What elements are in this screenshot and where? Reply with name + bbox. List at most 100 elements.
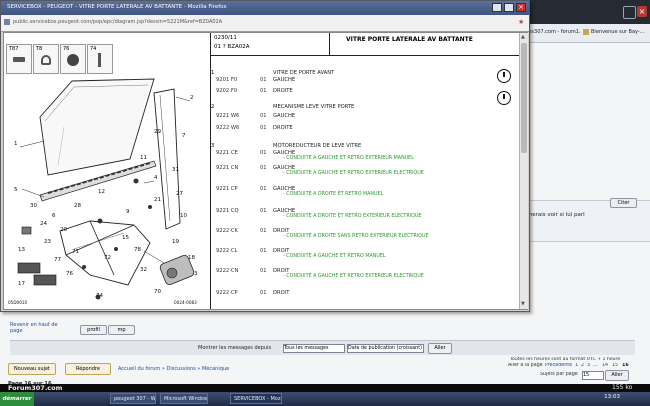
thumb-part[interactable]: T87	[6, 44, 32, 74]
callout-number[interactable]: 72	[104, 255, 111, 261]
callout-number[interactable]: 23	[44, 239, 51, 245]
thumb-part[interactable]: 76	[60, 44, 86, 74]
callout-number[interactable]: 6	[52, 213, 56, 219]
bookmark-ebay[interactable]: Bienvenue sur Bay-...	[591, 29, 649, 35]
page-link[interactable]: 14	[602, 363, 610, 368]
scroll-up-arrow-icon[interactable]: ▲	[521, 34, 525, 40]
callout-number[interactable]: 78	[134, 247, 141, 253]
part-quantity: 01	[260, 186, 267, 192]
thumb-part[interactable]: 74	[87, 44, 113, 74]
part-description: DROITE	[273, 125, 293, 131]
filter-select-period[interactable]: Tous les messages	[283, 344, 345, 353]
per-page-go-button[interactable]: Aller	[605, 370, 629, 381]
callout-number[interactable]: 77	[54, 257, 61, 263]
callout-number[interactable]: 24	[40, 221, 47, 227]
page-link[interactable]: 2	[581, 363, 586, 368]
bookmark-star-icon[interactable]: ★	[518, 18, 524, 26]
callout-number[interactable]: 76	[66, 271, 73, 277]
filter-bar: Montrer les messages depuis Tous les mes…	[10, 340, 635, 355]
part-description: GAUCHE	[273, 113, 296, 119]
callout-number[interactable]: 28	[74, 203, 81, 209]
callout-number[interactable]: 12	[98, 189, 105, 195]
callout-number[interactable]: 7	[182, 133, 186, 139]
per-page-input[interactable]: 15	[582, 371, 604, 380]
profile-button-label: profil	[87, 327, 100, 333]
parts-row[interactable]: 9221 CN 01 GAUCHE - CONDUITE A GAUCHE ET…	[211, 165, 491, 177]
callout-number[interactable]: 4	[154, 175, 158, 181]
callout-number[interactable]: 20	[60, 227, 67, 233]
close-icon[interactable]: ×	[637, 6, 647, 17]
part-quantity: 01	[260, 228, 267, 234]
profile-button[interactable]: profil	[80, 325, 107, 335]
callout-number[interactable]: 21	[154, 197, 161, 203]
bookmark-forum[interactable]: ques307.com - forum1...	[522, 29, 580, 35]
popup-titlebar[interactable]: SERVICEBOX - PEUGEOT - VITRE PORTE LATER…	[1, 1, 529, 15]
callout-number[interactable]: 17	[18, 281, 25, 287]
callout-number[interactable]: 1	[14, 141, 18, 147]
part-quantity: 01	[260, 113, 267, 119]
parts-row[interactable]: 9222 CN 01 DROIT - CONDUITE A GAUCHE ET …	[211, 268, 491, 280]
start-button[interactable]: démarrer	[0, 392, 34, 406]
popup-url[interactable]: public.servicebox.peugeot.com/pop/epc/di…	[13, 19, 333, 25]
callout-number[interactable]: 19	[172, 239, 179, 245]
page-link[interactable]: 3	[587, 363, 592, 368]
popup-address-bar[interactable]: public.servicebox.peugeot.com/pop/epc/di…	[1, 15, 529, 32]
mp-button-label: mp	[117, 327, 126, 333]
part-description: MECANISME LEVE VITRE PORTE	[273, 104, 355, 110]
callout-number[interactable]: 31	[172, 167, 179, 173]
callout-number[interactable]: 32	[140, 267, 147, 273]
diagram-footer-right: 0024-0083	[174, 300, 197, 305]
prev-page-link[interactable]: Précédente	[545, 363, 573, 368]
parts-scrollbar[interactable]: ▲ ▼	[519, 33, 528, 309]
callout-number[interactable]: 18	[188, 255, 195, 261]
callout-number[interactable]: 11	[140, 155, 147, 161]
taskbar-item[interactable]: Microsoft Windows	[160, 393, 208, 404]
scroll-thumb[interactable]	[521, 43, 527, 153]
callout-number[interactable]: 70	[154, 289, 161, 295]
callout-number[interactable]: 5	[14, 187, 18, 193]
mp-button[interactable]: mp	[108, 325, 135, 335]
clock-icon[interactable]	[497, 69, 511, 83]
callout-number[interactable]: 30	[30, 203, 37, 209]
parts-row[interactable]: 9221 CE 01 GAUCHE - CONDUITE A GAUCHE ET…	[211, 150, 491, 162]
close-icon[interactable]: ×	[516, 3, 526, 12]
scroll-down-arrow-icon[interactable]: ▼	[521, 301, 525, 307]
callout-number[interactable]: 15	[122, 235, 129, 241]
maximize-icon[interactable]	[504, 3, 514, 12]
callout-number[interactable]: 71	[72, 249, 79, 255]
new-topic-button[interactable]: Nouveau sujet	[8, 363, 56, 375]
part-reference: 9221 W6	[216, 113, 240, 119]
part-description: GAUCHE	[273, 77, 296, 83]
callout-number[interactable]: 74	[96, 293, 103, 299]
callout-number[interactable]: 27	[176, 191, 183, 197]
back-to-top-link[interactable]: Revenir en haut de page	[10, 322, 70, 334]
popup-content: T87 T8 76 74 1 2 3 4 5 6 7 9 10 11 12 13…	[3, 32, 528, 310]
quote-button[interactable]: Citer	[610, 198, 637, 208]
grommet-icon	[67, 54, 79, 66]
clock-icon[interactable]	[497, 91, 511, 105]
parts-row[interactable]: 9222 CK 01 DROIT - CONDUITE A DROITE SAN…	[211, 228, 491, 240]
callout-number[interactable]: 13	[18, 247, 25, 253]
page-link[interactable]: 15	[612, 363, 620, 368]
part-description: MOTOREDUCTEUR DE LEVE VITRE	[273, 143, 362, 149]
page-size-label: 155 ko	[612, 384, 633, 391]
reply-button[interactable]: Répondre	[65, 363, 111, 375]
menu-icon[interactable]	[623, 6, 636, 19]
taskbar-item[interactable]: SERVICEBOX - Mozilla...	[230, 393, 282, 404]
filter-select-sort[interactable]: Date de publication (croissant)	[347, 344, 424, 353]
callout-number[interactable]: 9	[126, 209, 130, 215]
taskbar-item[interactable]: peugeot 307 - Windows...	[110, 393, 156, 404]
thumb-part[interactable]: T8	[33, 44, 59, 74]
parts-row[interactable]: 9221 CP 01 GAUCHE - CONDUITE A DROITE ET…	[211, 186, 491, 198]
filter-go-button[interactable]: Aller	[428, 343, 452, 354]
page-link[interactable]: 1	[575, 363, 580, 368]
parts-row[interactable]: 9222 CL 01 DROIT - CONDUITE A GAUCHE ET …	[211, 248, 491, 260]
callout-number[interactable]: 29	[154, 129, 161, 135]
callout-number[interactable]: 3	[194, 271, 198, 277]
callout-number[interactable]: 2	[190, 95, 194, 101]
parts-row[interactable]: 9221 CQ 01 GAUCHE - CONDUITE A DROITE ET…	[211, 208, 491, 220]
item-number: 3	[211, 143, 215, 149]
callout-number[interactable]: 10	[180, 213, 187, 219]
breadcrumb[interactable]: Accueil du forum » Discussions » Mécaniq…	[118, 366, 268, 372]
minimize-icon[interactable]	[492, 3, 502, 12]
